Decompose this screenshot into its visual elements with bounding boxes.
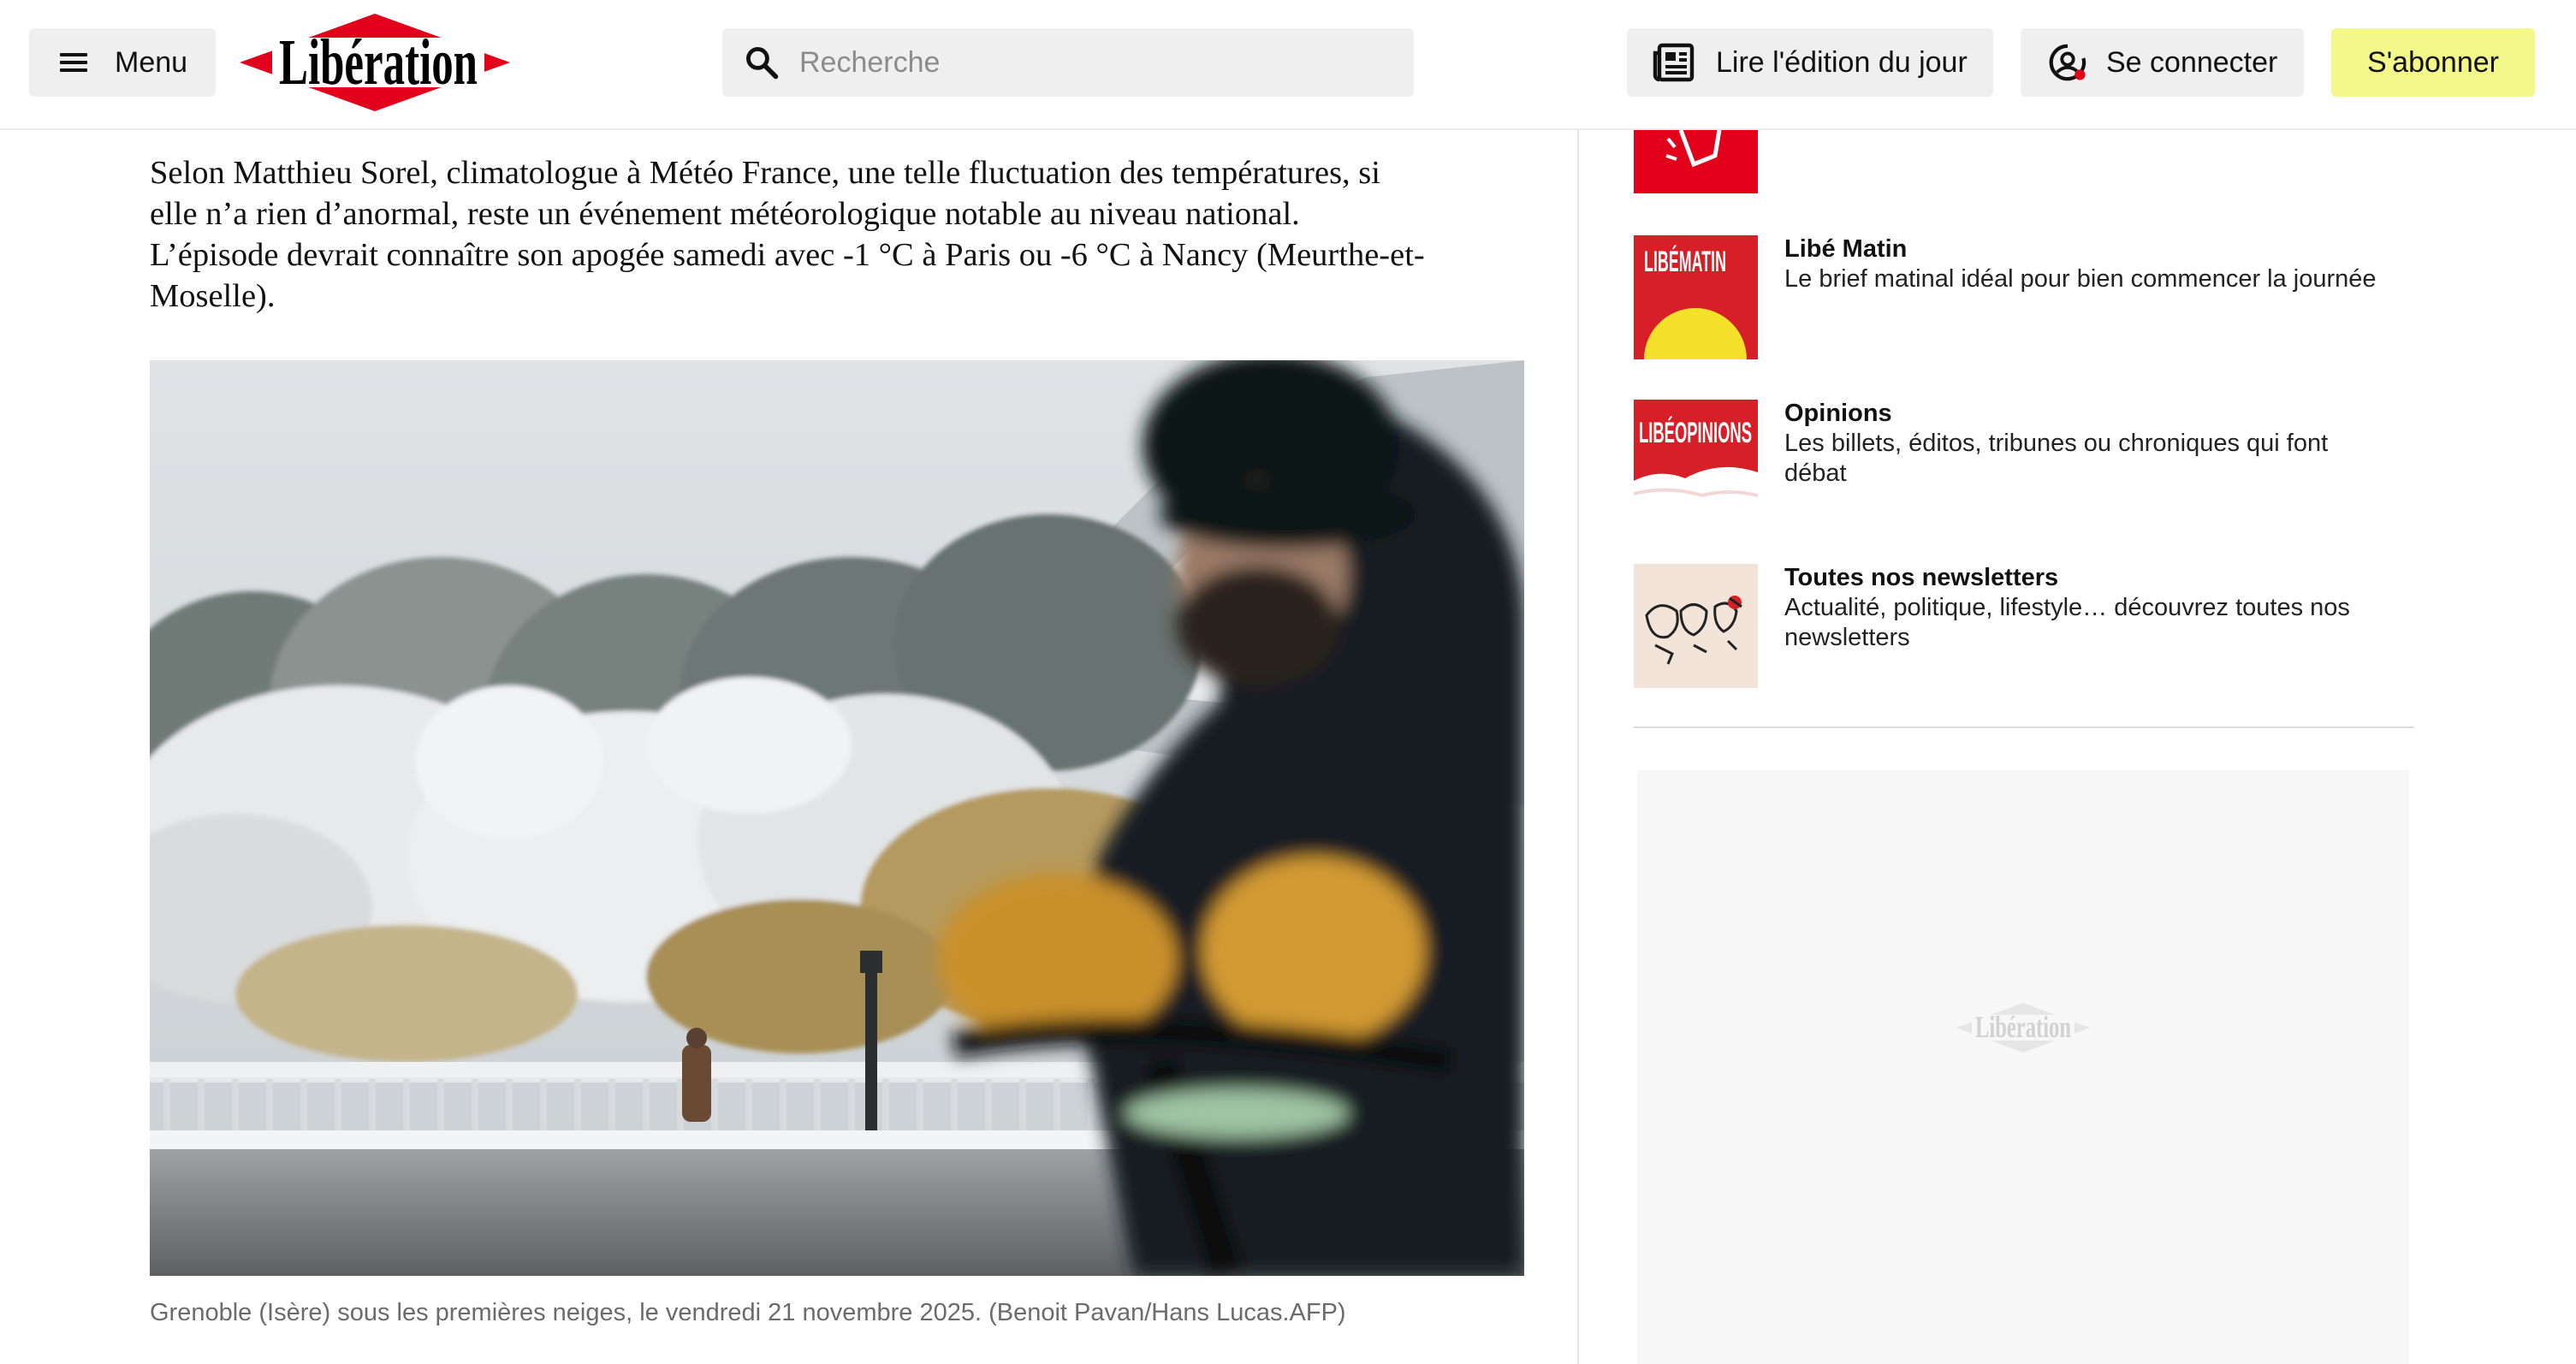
newsletter-title: Opinions <box>1784 400 1892 427</box>
site-header: Menu Libération Lire l'édition du jour <box>0 0 2576 130</box>
logo-wordmark: Libération <box>279 27 478 98</box>
thumb-label: LIBÉOPINIONS <box>1639 417 1752 449</box>
paragraph-line: Moselle). <box>150 278 276 314</box>
sidebar-divider <box>1634 726 2414 728</box>
newsletter-description-line: Les billets, éditos, tribunes ou chroniq… <box>1784 430 2329 457</box>
search-icon <box>746 47 779 80</box>
newsletter-title: Toutes nos newsletters <box>1784 564 2059 591</box>
newspaper-icon <box>1653 43 1695 82</box>
newsletter-thumbnail-libe-matin[interactable]: LIBÉMATIN <box>1634 235 1758 359</box>
article-photo[interactable] <box>150 360 1524 1276</box>
image-caption: Grenoble (Isère) sous les premières neig… <box>150 1299 1346 1326</box>
newsletter-thumbnail-opinions[interactable]: LIBÉOPINIONS <box>1634 400 1758 524</box>
menu-button[interactable]: Menu <box>29 28 216 97</box>
connect-label: Se connecter <box>2106 45 2278 79</box>
edition-label: Lire l'édition du jour <box>1716 45 1968 79</box>
newsletter-item-all[interactable]: Toutes nos newsletters Actualité, politi… <box>1784 563 2435 653</box>
newsletter-description-line: débat <box>1784 460 1847 487</box>
user-icon <box>2049 44 2086 81</box>
newsletter-description: Le brief matinal idéal pour bien commenc… <box>1784 265 2377 293</box>
ad-placeholder <box>1637 770 2409 1364</box>
newsletter-item-libe-matin[interactable]: Libé Matin Le brief matinal idéal pour b… <box>1784 234 2435 294</box>
article-paragraph: Selon Matthieu Sorel, climatologue à Mét… <box>150 152 1519 317</box>
newsletter-title: Libé Matin <box>1784 235 1908 263</box>
daily-edition-button[interactable]: Lire l'édition du jour <box>1627 28 1993 97</box>
subscribe-button[interactable]: S'abonner <box>2331 28 2535 97</box>
newsletter-illustration-icon <box>1634 564 1758 688</box>
login-button[interactable]: Se connecter <box>2021 28 2304 97</box>
newsletter-description-line: Actualité, politique, lifestyle… découvr… <box>1784 594 2350 621</box>
menu-label: Menu <box>115 45 188 79</box>
newsletter-thumbnail-partial[interactable] <box>1634 130 1758 193</box>
liberation-logo[interactable]: Libération <box>240 12 510 113</box>
paragraph-line: elle n’a rien d’anormal, reste un événem… <box>150 196 1300 232</box>
paragraph-line: Selon Matthieu Sorel, climatologue à Mét… <box>150 155 1380 191</box>
ad-liberation-logo: Libération <box>1956 1001 2090 1054</box>
newsletter-description-line: newsletters <box>1784 624 1910 651</box>
subscribe-label: S'abonner <box>2367 45 2499 79</box>
newsletter-item-opinions[interactable]: Opinions Les billets, éditos, tribunes o… <box>1784 399 2435 489</box>
search-bar[interactable] <box>722 28 1414 97</box>
column-divider <box>1577 130 1579 1364</box>
paragraph-line: L’épisode devrait connaître son apogée s… <box>150 237 1425 273</box>
newsletter-thumbnail-all[interactable] <box>1634 564 1758 688</box>
ad-logo-wordmark: Libération <box>1975 1010 2071 1044</box>
hamburger-icon <box>60 51 91 74</box>
thumb-label: LIBÉMATIN <box>1644 246 1726 278</box>
search-input[interactable] <box>799 45 1381 80</box>
